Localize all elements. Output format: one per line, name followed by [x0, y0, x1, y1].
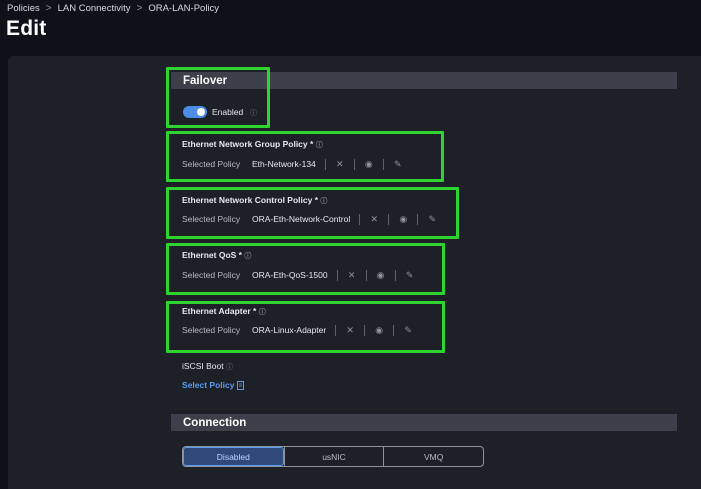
divider — [365, 269, 367, 281]
divider — [364, 324, 366, 336]
select-policy-link[interactable]: Select Policy — [182, 380, 245, 390]
info-icon[interactable]: ⓘ — [226, 364, 233, 371]
divider — [336, 269, 338, 281]
connection-option-disabled[interactable]: Disabled — [183, 447, 284, 466]
network-group-policy-value: Eth-Network-134 — [252, 159, 316, 169]
adapter-policy-label-text: Ethernet Adapter * — [182, 306, 257, 316]
failover-highlight-box — [166, 67, 270, 128]
connection-option-vmq[interactable]: VMQ — [383, 447, 483, 466]
network-control-policy-row: Selected Policy ORA-Eth-Network-Control … — [182, 212, 437, 226]
eye-icon[interactable]: ◉ — [398, 214, 408, 225]
network-group-policy-label-text: Ethernet Network Group Policy * — [182, 139, 314, 149]
info-icon[interactable]: ⓘ — [244, 253, 251, 260]
close-icon[interactable]: ✕ — [369, 214, 379, 225]
connection-segmented-control: Disabled usNIC VMQ — [182, 446, 484, 467]
selected-policy-label: Selected Policy — [182, 159, 241, 169]
info-icon[interactable]: ⓘ — [320, 198, 327, 205]
qos-policy-row: Selected Policy ORA-Eth-QoS-1500 ✕ ◉ ✎ — [182, 268, 415, 282]
selected-policy-label: Selected Policy — [182, 325, 241, 335]
page-title: Edit — [6, 17, 47, 40]
close-icon[interactable]: ✕ — [345, 325, 355, 336]
toggle-label: Enabled — [212, 107, 244, 117]
eye-icon[interactable]: ◉ — [376, 270, 386, 281]
adapter-policy-row: Selected Policy ORA-Linux-Adapter ✕ ◉ ✎ — [182, 323, 413, 337]
info-icon[interactable]: ⓘ — [316, 142, 323, 149]
divider — [335, 324, 337, 336]
eye-icon[interactable]: ◉ — [374, 325, 384, 336]
close-icon[interactable]: ✕ — [347, 270, 357, 281]
divider — [324, 158, 326, 170]
network-control-policy-label: Ethernet Network Control Policy * ⓘ — [182, 195, 327, 206]
eye-icon[interactable]: ◉ — [364, 159, 374, 170]
pencil-icon[interactable]: ✎ — [427, 214, 437, 225]
network-group-policy-row: Selected Policy Eth-Network-134 ✕ ◉ ✎ — [182, 157, 403, 171]
network-control-policy-label-text: Ethernet Network Control Policy * — [182, 195, 319, 205]
divider — [353, 158, 355, 170]
connection-header-text: Connection — [183, 416, 247, 429]
adapter-policy-label: Ethernet Adapter * ⓘ — [182, 306, 266, 317]
divider — [359, 213, 361, 225]
breadcrumb-policies[interactable]: Policies — [7, 3, 40, 14]
pencil-icon[interactable]: ✎ — [393, 159, 403, 170]
chevron-right-icon: > — [45, 2, 52, 14]
divider — [382, 158, 384, 170]
connection-option-usnic[interactable]: usNIC — [283, 447, 384, 466]
pencil-icon[interactable]: ✎ — [405, 270, 415, 281]
toggle-knob — [197, 108, 205, 116]
divider — [394, 269, 396, 281]
adapter-policy-value: ORA-Linux-Adapter — [252, 325, 327, 335]
qos-policy-label-text: Ethernet QoS * — [182, 250, 242, 260]
selected-policy-label: Selected Policy — [182, 214, 241, 224]
qos-policy-value: ORA-Eth-QoS-1500 — [252, 270, 328, 280]
info-icon[interactable]: ⓘ — [250, 108, 257, 118]
close-icon[interactable]: ✕ — [335, 159, 345, 170]
iscsi-boot-label: iSCSI Boot ⓘ — [182, 361, 233, 372]
breadcrumb-lan-connectivity[interactable]: LAN Connectivity — [58, 3, 131, 14]
divider — [393, 324, 395, 336]
info-icon[interactable]: ⓘ — [259, 309, 266, 316]
iscsi-boot-label-text: iSCSI Boot — [182, 361, 224, 371]
connection-section-header: Connection — [171, 414, 677, 431]
qos-policy-label: Ethernet QoS * ⓘ — [182, 250, 251, 261]
chevron-right-icon: > — [136, 2, 143, 14]
selected-policy-label: Selected Policy — [182, 270, 241, 280]
document-icon — [237, 380, 245, 390]
breadcrumb: Policies > LAN Connectivity > ORA-LAN-Po… — [7, 2, 219, 14]
divider — [417, 213, 419, 225]
network-group-policy-label: Ethernet Network Group Policy * ⓘ — [182, 139, 323, 150]
select-policy-text[interactable]: Select Policy — [182, 380, 234, 390]
breadcrumb-current-policy: ORA-LAN-Policy — [148, 2, 220, 14]
pencil-icon[interactable]: ✎ — [403, 325, 413, 336]
failover-toggle[interactable] — [183, 106, 207, 118]
network-control-policy-value: ORA-Eth-Network-Control — [252, 214, 351, 224]
divider — [388, 213, 390, 225]
